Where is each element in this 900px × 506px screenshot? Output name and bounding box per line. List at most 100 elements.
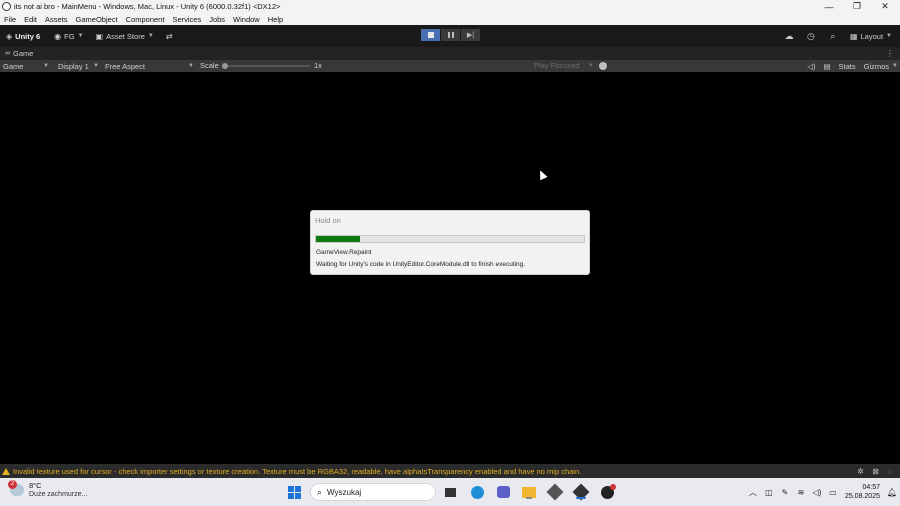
game-mode-label: Game [3, 61, 24, 71]
chevron-down-icon[interactable]: ▼ [892, 63, 898, 69]
progress-icon[interactable]: ✲ [853, 467, 868, 476]
taskbar-app-github[interactable] [599, 483, 616, 500]
version-control-button[interactable]: ⇄ [166, 32, 176, 41]
aspect-dropdown[interactable]: Free Aspect ▼ [102, 60, 197, 72]
account-dropdown[interactable]: ◉ FG ▼ [54, 32, 83, 41]
weather-description: Duże zachmurze... [29, 491, 88, 498]
game-view-toolbar: Game ▼ Display 1 ▼ Free Aspect ▼ Scale 1… [0, 60, 900, 72]
windows-logo-icon [287, 485, 301, 499]
unity-logo-icon: ◈ [6, 31, 13, 41]
start-button[interactable] [286, 484, 302, 500]
unity-label: Unity 6 [15, 31, 41, 41]
console-status-bar[interactable]: Invalid texture used for cursor - check … [0, 464, 900, 478]
tab-game-label: Game [13, 49, 34, 58]
search-icon[interactable]: ⌕ [822, 31, 844, 42]
more-options-icon[interactable]: ⋮ [886, 49, 894, 58]
taskbar-app-edge[interactable] [469, 484, 485, 500]
taskbar-app-unity[interactable] [572, 483, 590, 501]
weather-temperature: 8°C [29, 481, 42, 490]
gizmos-button[interactable]: Gizmos [864, 62, 889, 71]
pause-button[interactable] [441, 29, 460, 41]
menu-assets[interactable]: Assets [41, 15, 72, 24]
chevron-down-icon: ▼ [188, 63, 194, 69]
menu-jobs[interactable]: Jobs [205, 15, 229, 24]
taskbar-app-task-view[interactable] [442, 484, 458, 500]
history-icon[interactable]: ◷ [800, 31, 822, 42]
scale-slider-track[interactable] [224, 65, 310, 67]
title-bar: its not ai bro - MainMenu - Windows, Mac… [0, 0, 900, 13]
aspect-label: Free Aspect [105, 61, 146, 71]
unity-app-icon [2, 2, 11, 11]
network-drive-icon[interactable]: ◫ [761, 488, 777, 497]
keyboard-icon[interactable]: ▤ [823, 62, 830, 71]
minimize-button[interactable]: — [815, 0, 843, 13]
chevron-down-icon: ▼ [43, 63, 49, 69]
step-button[interactable]: ▶| [461, 29, 480, 41]
progress-fill [316, 236, 361, 242]
taskbar-app-teams[interactable] [495, 484, 511, 500]
battery-icon[interactable]: ▭ [825, 488, 841, 497]
menu-services[interactable]: Services [168, 15, 205, 24]
taskbar-app-explorer[interactable] [521, 484, 537, 500]
menu-bar: File Edit Assets GameObject Component Se… [0, 13, 900, 25]
game-mode-dropdown[interactable]: Game ▼ [0, 60, 52, 72]
tab-bar: ∞ Game ⋮ [0, 47, 900, 60]
taskbar-search[interactable]: ⌕ Wyszukaj [310, 483, 436, 501]
settings-icon[interactable]: ◌ [883, 467, 898, 476]
display-dropdown[interactable]: Display 1 ▼ [55, 60, 102, 72]
window-title: its not ai bro - MainMenu - Windows, Mac… [14, 2, 281, 11]
stats-button[interactable]: Stats [839, 62, 856, 71]
layout-icon: ▦ [849, 31, 858, 41]
chevron-down-icon: ▼ [886, 33, 892, 39]
dialog-message: Waiting for Unity's code in UnityEditor.… [316, 261, 526, 268]
menu-file[interactable]: File [0, 15, 20, 24]
shopping-bag-icon: ▣ [95, 31, 104, 41]
main-toolbar: ◈ Unity 6 ◉ FG ▼ ▣ Asset Store ▼ ⇄ ▶| ☁ … [0, 25, 900, 47]
toolbar-right: ☁ ◷ ⌕ ▦ Layout ▼ [778, 25, 900, 47]
game-view-right-controls: ◁) ▤ Stats Gizmos ▼ [799, 60, 898, 72]
close-button[interactable]: ✕ [871, 0, 899, 13]
tab-game[interactable]: ∞ Game [5, 49, 33, 58]
asset-store-dropdown[interactable]: ▣ Asset Store ▼ [96, 32, 154, 41]
menu-window[interactable]: Window [229, 15, 264, 24]
menu-component[interactable]: Component [122, 15, 169, 24]
menu-help[interactable]: Help [264, 15, 287, 24]
windows-taskbar: 2 8°C Duże zachmurze... ⌕ Wyszukaj ︿ ◫ ✎… [0, 478, 900, 506]
cloud-icon[interactable]: ☁ [778, 31, 800, 42]
unity-button[interactable]: ◈ Unity 6 [6, 32, 40, 41]
hold-on-dialog: Hold on GameView.Repaint Waiting for Uni… [310, 210, 590, 275]
volume-icon[interactable]: ◁) [809, 488, 825, 497]
system-tray: ︿ ◫ ✎ ≋ ◁) ▭ 04:57 25.08.2025 🔔︎ [745, 478, 900, 506]
edge-icon [470, 485, 484, 499]
bug-icon[interactable] [599, 62, 607, 70]
weather-widget[interactable]: 2 8°C Duże zachmurze... [8, 480, 88, 499]
github-icon [600, 483, 616, 499]
chevron-down-icon: ▼ [77, 33, 84, 39]
taskbar-app-unity-hub[interactable] [546, 483, 564, 501]
progress-bar [315, 235, 585, 243]
chevron-up-icon[interactable]: ︿ [745, 487, 761, 498]
bug-report-icon[interactable]: ⊠ [868, 467, 883, 476]
chevron-down-icon: ▼ [93, 63, 99, 69]
wifi-icon[interactable]: ≋ [793, 488, 809, 497]
dialog-title: Hold on [315, 216, 341, 225]
app-window-icon [444, 487, 456, 497]
stop-icon [427, 32, 434, 38]
menu-gameobject[interactable]: GameObject [72, 15, 122, 24]
speaker-icon[interactable]: ◁) [807, 62, 815, 71]
play-stop-button[interactable] [421, 29, 440, 41]
cloud-icon: 2 [8, 480, 24, 496]
notification-dot [609, 483, 616, 490]
pen-icon[interactable]: ✎ [777, 488, 793, 497]
console-message: Invalid texture used for cursor - check … [13, 466, 582, 476]
dialog-task-name: GameView.Repaint [316, 249, 372, 256]
scale-slider-knob[interactable] [222, 63, 228, 69]
notification-bell-icon[interactable]: 🔔︎ [884, 488, 900, 497]
maximize-button[interactable]: ❐ [843, 0, 871, 13]
active-indicator [576, 497, 586, 499]
menu-edit[interactable]: Edit [20, 15, 41, 24]
play-focused-dropdown[interactable]: Play Focused [534, 60, 579, 72]
layout-dropdown[interactable]: ▦ Layout ▼ [850, 32, 892, 41]
branch-icon: ⇄ [165, 31, 173, 41]
clock[interactable]: 04:57 25.08.2025 [845, 483, 880, 501]
